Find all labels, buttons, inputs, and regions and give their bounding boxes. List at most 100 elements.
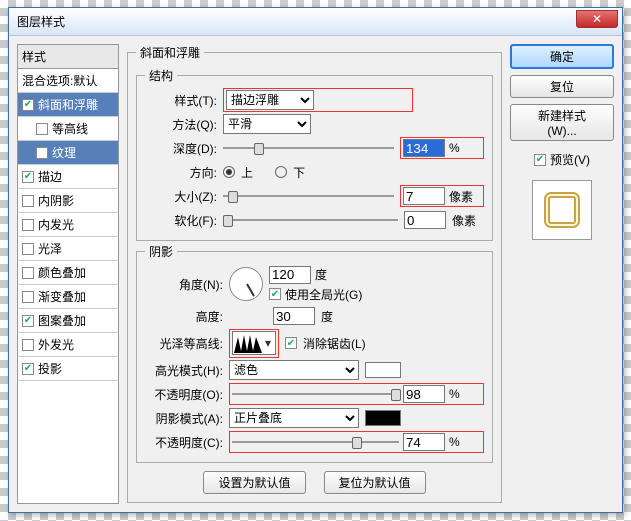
size-input[interactable] — [403, 187, 445, 205]
style-checkbox[interactable]: ✔ — [22, 315, 34, 327]
titlebar[interactable]: 图层样式 ✕ — [9, 8, 622, 36]
technique-row: 方法(Q): 平滑 — [145, 112, 484, 136]
style-item-label: 描边 — [38, 168, 62, 185]
shadow-mode-label: 阴影模式(A): — [145, 410, 223, 427]
style-item-label: 斜面和浮雕 — [38, 96, 98, 113]
soften-input[interactable] — [404, 211, 446, 229]
technique-label: 方法(Q): — [145, 116, 217, 133]
angle-row: 角度(N): 度 ✔ 使用全局光(G) — [145, 264, 484, 304]
styles-item[interactable]: ✔ 描边 — [18, 165, 118, 189]
depth-highlight: % — [400, 137, 484, 159]
angle-unit: 度 — [315, 266, 327, 283]
angle-label: 角度(N): — [145, 276, 223, 293]
style-checkbox[interactable]: ✔ — [22, 363, 34, 375]
depth-label: 深度(D): — [145, 140, 217, 157]
highlight-color-swatch[interactable] — [365, 362, 401, 378]
style-checkbox[interactable] — [36, 147, 48, 159]
style-checkbox[interactable] — [22, 267, 34, 279]
styles-panel: 样式 混合选项:默认 ✔ 斜面和浮雕等高线纹理 ✔ 描边内阴影内发光光泽颜色叠加渐变叠… — [17, 44, 119, 504]
direction-down-radio[interactable] — [275, 166, 287, 178]
direction-up-radio[interactable] — [223, 166, 235, 178]
styles-item[interactable]: 纹理 — [18, 141, 118, 165]
style-item-label: 投影 — [38, 360, 62, 377]
preview-checkbox[interactable]: ✔ — [534, 154, 546, 166]
highlight-mode-label: 高光模式(H): — [145, 362, 223, 379]
bevel-group: 斜面和浮雕 结构 样式(T): 描边浮雕 方法(Q): — [127, 44, 502, 503]
window-title: 图层样式 — [17, 13, 65, 30]
direction-row: 方向: 上 下 — [145, 160, 484, 184]
styles-item[interactable]: 外发光 — [18, 333, 118, 357]
new-style-button[interactable]: 新建样式(W)... — [510, 104, 614, 141]
styles-header: 样式 — [18, 45, 118, 69]
highlight-opacity-input[interactable] — [403, 385, 445, 403]
styles-item[interactable]: ✔ 投影 — [18, 357, 118, 381]
style-checkbox[interactable] — [22, 243, 34, 255]
depth-unit: % — [449, 141, 481, 155]
structure-group: 结构 样式(T): 描边浮雕 方法(Q): 平滑 — [136, 67, 493, 241]
size-unit: 像素 — [449, 188, 481, 205]
shadow-opacity-slider[interactable] — [232, 434, 399, 450]
gloss-contour-picker[interactable]: ▾ — [232, 331, 276, 355]
technique-select[interactable]: 平滑 — [223, 114, 311, 134]
soften-label: 软化(F): — [145, 212, 217, 229]
styles-item[interactable]: 渐变叠加 — [18, 285, 118, 309]
blending-options-item[interactable]: 混合选项:默认 — [18, 69, 118, 93]
style-checkbox[interactable] — [22, 291, 34, 303]
style-checkbox[interactable] — [22, 219, 34, 231]
antialias-label: 消除锯齿(L) — [303, 335, 366, 352]
soften-slider[interactable] — [223, 212, 398, 228]
shadow-mode-row: 阴影模式(A): 正片叠底 — [145, 406, 484, 430]
shadow-opacity-label: 不透明度(C): — [145, 434, 223, 451]
styles-list: ✔ 斜面和浮雕等高线纹理 ✔ 描边内阴影内发光光泽颜色叠加渐变叠加✔图案叠加外发光 ✔ 投… — [18, 93, 118, 381]
styles-item[interactable]: 内发光 — [18, 213, 118, 237]
center-column: 斜面和浮雕 结构 样式(T): 描边浮雕 方法(Q): — [127, 44, 502, 504]
styles-item[interactable]: 等高线 — [18, 117, 118, 141]
style-checkbox[interactable] — [36, 123, 48, 135]
style-select[interactable]: 描边浮雕 — [226, 90, 314, 110]
size-highlight: 像素 — [400, 185, 484, 207]
layer-style-dialog: 图层样式 ✕ 样式 混合选项:默认 ✔ 斜面和浮雕等高线纹理 ✔ 描边内阴影内发光光泽… — [8, 7, 623, 513]
styles-item[interactable]: 内阴影 — [18, 189, 118, 213]
style-checkbox[interactable]: ✔ — [22, 99, 34, 111]
preview-toggle-row: ✔ 预览(V) — [510, 151, 614, 168]
styles-item[interactable]: ✔图案叠加 — [18, 309, 118, 333]
highlight-opacity-row: 不透明度(O): % — [145, 382, 484, 406]
soften-row: 软化(F): 像素 — [145, 208, 484, 232]
shadow-color-swatch[interactable] — [365, 410, 401, 426]
style-checkbox[interactable]: ✔ — [22, 171, 34, 183]
styles-item[interactable]: 光泽 — [18, 237, 118, 261]
highlight-opacity-unit: % — [449, 387, 481, 401]
shading-label: 阴影 — [145, 243, 177, 260]
direction-down-label: 下 — [293, 164, 305, 181]
styles-item[interactable]: 颜色叠加 — [18, 261, 118, 285]
direction-label: 方向: — [145, 164, 217, 181]
shadow-opacity-row: 不透明度(C): % — [145, 430, 484, 454]
style-item-label: 光泽 — [38, 240, 62, 257]
depth-input[interactable] — [403, 139, 445, 157]
depth-slider[interactable] — [223, 140, 394, 156]
close-button[interactable]: ✕ — [576, 10, 618, 28]
shadow-opacity-input[interactable] — [403, 433, 445, 451]
global-light-checkbox[interactable]: ✔ — [269, 288, 281, 300]
cancel-button[interactable]: 复位 — [510, 75, 614, 98]
reset-default-button[interactable]: 复位为默认值 — [324, 471, 426, 494]
style-item-label: 等高线 — [52, 120, 88, 137]
shadow-mode-select[interactable]: 正片叠底 — [229, 408, 359, 428]
dialog-body: 样式 混合选项:默认 ✔ 斜面和浮雕等高线纹理 ✔ 描边内阴影内发光光泽颜色叠加渐变叠… — [9, 36, 622, 512]
make-default-button[interactable]: 设置为默认值 — [203, 471, 305, 494]
angle-dial[interactable] — [229, 267, 263, 301]
altitude-input[interactable] — [273, 307, 315, 325]
gloss-row: 光泽等高线: ▾ ✔ 消除锯齿(L) — [145, 328, 484, 358]
styles-item[interactable]: ✔ 斜面和浮雕 — [18, 93, 118, 117]
ok-button[interactable]: 确定 — [510, 44, 614, 69]
style-item-label: 颜色叠加 — [38, 264, 86, 281]
antialias-checkbox[interactable]: ✔ — [285, 337, 297, 349]
style-checkbox[interactable] — [22, 195, 34, 207]
highlight-opacity-slider[interactable] — [232, 386, 399, 402]
style-checkbox[interactable] — [22, 339, 34, 351]
shadow-opacity-highlight: % — [229, 431, 484, 453]
size-slider[interactable] — [223, 188, 394, 204]
angle-input[interactable] — [269, 266, 311, 284]
structure-label: 结构 — [145, 67, 177, 84]
highlight-mode-select[interactable]: 滤色 — [229, 360, 359, 380]
